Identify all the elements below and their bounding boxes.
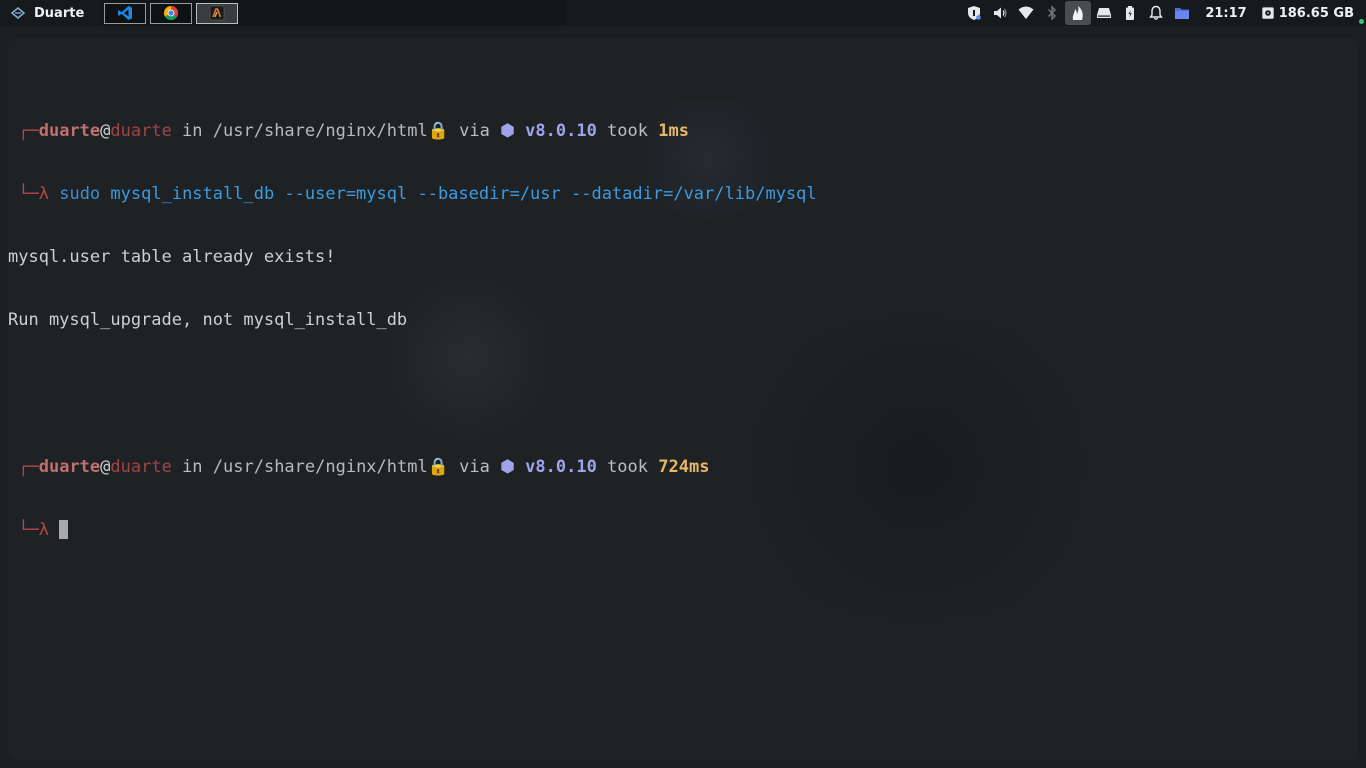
tray-notifications[interactable] — [1143, 0, 1169, 26]
shield-icon — [968, 6, 982, 20]
prompt-path: /usr/share/nginx/html — [212, 457, 428, 477]
text-cursor — [59, 520, 69, 539]
taskbar-empty-area — [238, 0, 565, 26]
prompt-took: took — [596, 121, 659, 141]
disk-usage[interactable]: 186.65 GB — [1261, 6, 1366, 21]
prompt-frame-bottom: └─λ — [18, 520, 49, 540]
prompt-host: duarte — [110, 457, 172, 477]
prompt-frame-top: ┌─ — [18, 121, 39, 141]
task-vscode[interactable] — [104, 2, 147, 24]
prompt-path: /usr/share/nginx/html — [212, 121, 428, 141]
prompt-duration: 724ms — [658, 457, 710, 477]
tray-files[interactable] — [1169, 0, 1195, 26]
wifi-icon — [1018, 6, 1034, 19]
prompt-user: duarte — [38, 121, 101, 141]
system-tray: 21:17 186.65 GB — [961, 0, 1366, 26]
terminal-output: ┌─duarte@duarte in /usr/share/nginx/html… — [8, 58, 1358, 583]
bell-icon — [1149, 5, 1164, 20]
command-args: mysql_install_db --user=mysql --basedir=… — [110, 184, 817, 204]
prompt-at: @ — [100, 121, 111, 141]
status-dot — [1359, 19, 1364, 24]
prompt-duration: 1ms — [658, 121, 689, 141]
lock-icon: 🔒 — [427, 121, 449, 141]
taskbar — [100, 0, 567, 26]
launcher-icon — [10, 5, 26, 21]
volume-icon — [994, 7, 1007, 19]
lock-icon: 🔒 — [427, 457, 449, 477]
disk-free-label: 186.65 GB — [1278, 5, 1354, 21]
tray-drive[interactable] — [1091, 0, 1117, 26]
task-chrome[interactable] — [150, 2, 193, 24]
clock[interactable]: 21:17 — [1195, 6, 1260, 21]
top-panel: Duarte 21:17 186.65 GB — [0, 0, 1366, 26]
prompt-via: via — [448, 457, 501, 477]
prompt-node-version: v8.0.10 — [525, 457, 597, 477]
prompt-user: duarte — [38, 457, 101, 477]
prompt-frame-bottom: └─λ — [18, 184, 49, 204]
task-terminal[interactable] — [196, 2, 239, 24]
tray-wifi[interactable] — [1013, 0, 1039, 26]
command-name: sudo — [59, 184, 101, 204]
prompt-took: took — [596, 457, 659, 477]
tray-shield[interactable] — [961, 0, 987, 26]
folder-icon — [1175, 8, 1190, 19]
prompt-in: in — [171, 121, 213, 141]
bluetooth-icon — [1048, 5, 1057, 21]
tray-bluetooth[interactable] — [1039, 0, 1065, 26]
flame-icon — [1073, 6, 1084, 20]
app-launcher[interactable]: Duarte — [0, 0, 100, 26]
prompt-frame-top: ┌─ — [18, 457, 39, 477]
node-icon: ⬢ — [500, 457, 515, 477]
prompt-node-version: v8.0.10 — [525, 121, 597, 141]
terminal-window[interactable]: ┌─duarte@duarte in /usr/share/nginx/html… — [8, 38, 1358, 760]
tray-volume[interactable] — [987, 0, 1013, 26]
prompt-via: via — [448, 121, 501, 141]
prompt-in: in — [171, 457, 213, 477]
input-line[interactable]: └─λ — [8, 520, 1358, 541]
prompt-line: ┌─duarte@duarte in /usr/share/nginx/html… — [8, 121, 1358, 142]
vscode-icon — [118, 6, 133, 20]
node-icon: ⬢ — [500, 121, 515, 141]
terminal-app-icon — [209, 5, 225, 21]
chrome-icon — [164, 6, 179, 20]
output-line: mysql.user table already exists! — [8, 247, 336, 267]
prompt-line: ┌─duarte@duarte in /usr/share/nginx/html… — [8, 457, 1358, 478]
prompt-at: @ — [100, 457, 111, 477]
launcher-label: Duarte — [34, 5, 85, 21]
command-line: └─λ sudo mysql_install_db --user=mysql -… — [8, 184, 1358, 205]
battery-icon — [1126, 6, 1135, 20]
top-panel-left: Duarte — [0, 0, 567, 26]
prompt-host: duarte — [110, 121, 172, 141]
tray-flame[interactable] — [1065, 1, 1092, 25]
drive-icon — [1097, 8, 1112, 18]
tray-battery[interactable] — [1117, 0, 1143, 26]
disk-icon — [1262, 7, 1274, 19]
output-line: Run mysql_upgrade, not mysql_install_db — [8, 310, 408, 330]
